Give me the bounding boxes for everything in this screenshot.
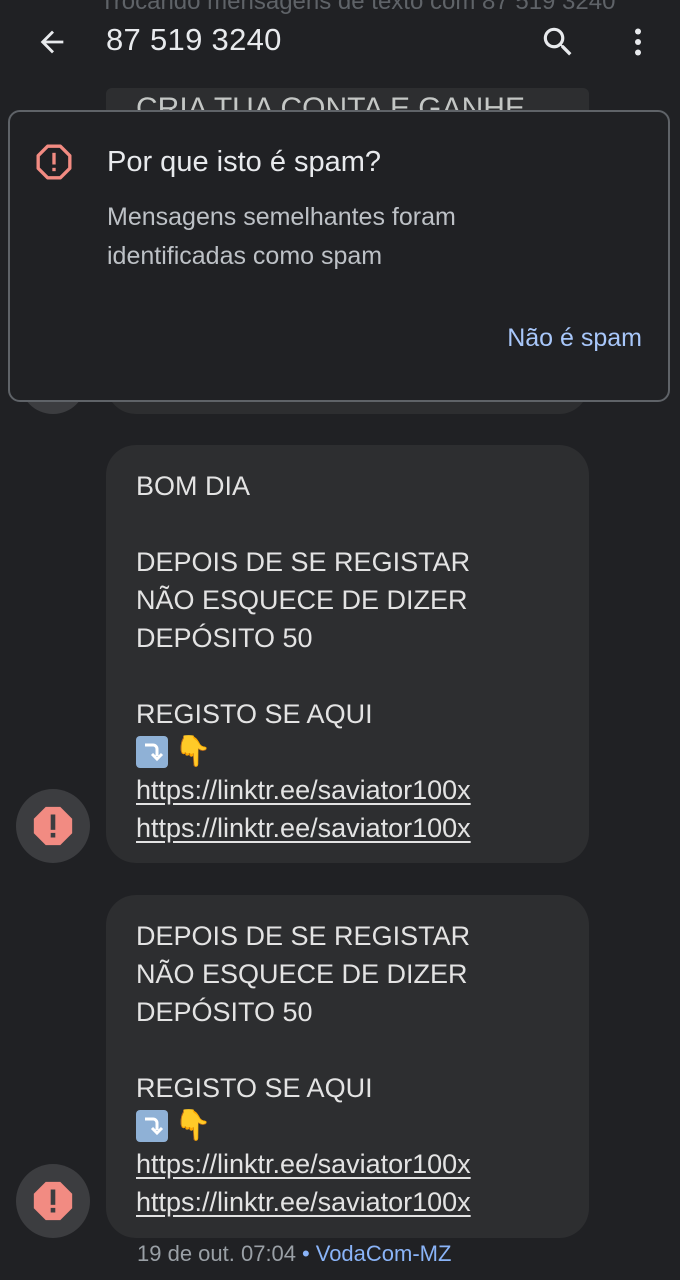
- sender-avatar[interactable]: [16, 789, 90, 863]
- message-line: DEPÓSITO 50: [136, 997, 313, 1027]
- message-meta: 19 de out. 07:04 • VodaCom-MZ: [137, 1241, 451, 1267]
- search-icon: [543, 27, 572, 56]
- back-button[interactable]: [24, 14, 80, 70]
- carrier-label: VodaCom-MZ: [315, 1241, 452, 1266]
- top-app-bar: 87 519 3240: [0, 0, 680, 84]
- spam-alert-icon: [33, 1181, 73, 1221]
- sender-avatar[interactable]: [16, 1164, 90, 1238]
- message-line: REGISTO SE AQUI: [136, 1073, 373, 1103]
- message-line: NÃO ESQUECE DE DIZER: [136, 959, 468, 989]
- more-options-button[interactable]: [610, 14, 666, 70]
- arrow-back-icon: [40, 30, 64, 54]
- pointing-down-hand-emoji: 👇: [174, 735, 212, 768]
- message-line: REGISTO SE AQUI: [136, 699, 373, 729]
- emoji-row: 👇: [136, 1107, 559, 1145]
- message-bubble[interactable]: DEPOIS DE SE REGISTAR NÃO ESQUECE DE DIZ…: [106, 895, 589, 1238]
- pointing-down-hand-emoji: 👇: [174, 1109, 212, 1142]
- more-vert-icon: [635, 28, 641, 56]
- not-spam-button[interactable]: Não é spam: [507, 324, 642, 353]
- meta-separator: •: [302, 1241, 310, 1266]
- message-link[interactable]: https://linktr.ee/saviator100x: [136, 1145, 559, 1183]
- emoji-row: 👇: [136, 733, 559, 771]
- spam-dialog-title: Por que isto é spam?: [107, 146, 382, 178]
- contact-title: 87 519 3240: [106, 22, 282, 57]
- message-line: DEPOIS DE SE REGISTAR: [136, 921, 471, 951]
- message-line: DEPOIS DE SE REGISTAR: [136, 547, 471, 577]
- arrow-down-right-emoji: [136, 1110, 168, 1142]
- message-link[interactable]: https://linktr.ee/saviator100x: [136, 771, 559, 809]
- message-line: BOM DIA: [136, 471, 251, 501]
- message-line: DEPÓSITO 50: [136, 623, 313, 653]
- spam-alert-icon: [33, 806, 73, 846]
- message-link[interactable]: https://linktr.ee/saviator100x: [136, 809, 559, 847]
- message-link[interactable]: https://linktr.ee/saviator100x: [136, 1183, 559, 1221]
- arrow-down-right-emoji: [136, 736, 168, 768]
- message-timestamp: 19 de out. 07:04: [137, 1241, 297, 1266]
- message-line: NÃO ESQUECE DE DIZER: [136, 585, 468, 615]
- search-button[interactable]: [530, 14, 586, 70]
- message-bubble[interactable]: BOM DIA DEPOIS DE SE REGISTAR NÃO ESQUEC…: [106, 445, 589, 863]
- spam-dialog-body: Mensagens semelhantes foram identificada…: [107, 203, 456, 270]
- spam-explanation-dialog: Por que isto é spam? Mensagens semelhant…: [8, 110, 670, 402]
- spam-alert-icon: [36, 144, 72, 180]
